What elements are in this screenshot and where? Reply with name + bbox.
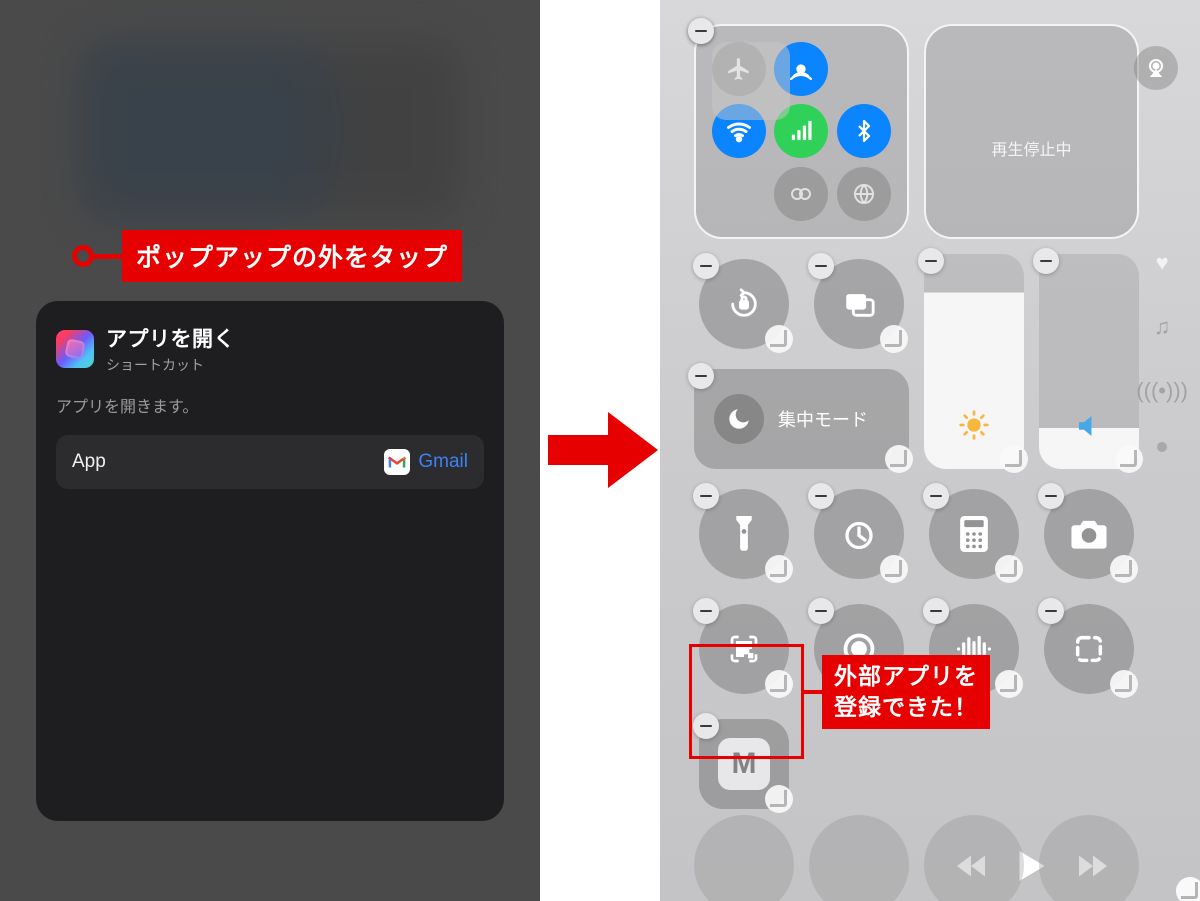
resize-handle[interactable] bbox=[880, 555, 908, 583]
control-center-pager: ♥ ♫ (((•))) bbox=[1136, 250, 1188, 452]
remove-button[interactable] bbox=[808, 483, 834, 509]
resize-handle[interactable] bbox=[765, 555, 793, 583]
shortcut-config-popup[interactable]: アプリを開く ショートカット アプリを開きます。 App Gmail bbox=[36, 301, 504, 821]
left-screenshot: ポップアップの外をタップ アプリを開く ショートカット アプリを開きます。 Ap… bbox=[0, 0, 540, 901]
album-art-placeholder bbox=[712, 42, 790, 120]
resize-handle[interactable] bbox=[995, 670, 1023, 698]
callout-registered: 外部アプリを登録できた！ bbox=[804, 655, 990, 729]
volume-slider[interactable] bbox=[1039, 254, 1139, 469]
resize-handle[interactable] bbox=[1115, 445, 1143, 473]
selected-app-name: Gmail bbox=[418, 451, 468, 473]
gmail-shortcut-tile[interactable]: M bbox=[699, 719, 789, 809]
remove-button[interactable] bbox=[808, 253, 834, 279]
resize-handle[interactable] bbox=[765, 785, 793, 813]
moon-icon bbox=[714, 394, 764, 444]
resize-handle[interactable] bbox=[1176, 877, 1200, 901]
music-page-icon[interactable]: ♫ bbox=[1154, 314, 1171, 340]
brightness-slider[interactable] bbox=[924, 254, 1024, 469]
app-field-label: App bbox=[72, 451, 106, 473]
popup-subtitle: ショートカット bbox=[106, 355, 235, 375]
remove-button[interactable] bbox=[688, 363, 714, 389]
resize-handle[interactable] bbox=[885, 445, 913, 473]
callout-label: 外部アプリを登録できた！ bbox=[822, 655, 990, 729]
callout-tap-outside: ポップアップの外をタップ bbox=[72, 230, 462, 282]
control-center-edit-mode: 再生停止中 集中モード bbox=[694, 24, 1200, 901]
calculator-button[interactable] bbox=[929, 489, 1019, 579]
favorites-page-icon[interactable]: ♥ bbox=[1156, 250, 1169, 276]
now-playing-label: 再生停止中 bbox=[991, 136, 1071, 160]
transition-arrow bbox=[548, 400, 658, 500]
callout-connector bbox=[94, 254, 122, 259]
camera-button[interactable] bbox=[1044, 489, 1134, 579]
remove-button[interactable] bbox=[808, 598, 834, 624]
empty-slot-row bbox=[694, 815, 1139, 901]
popup-description: アプリを開きます。 bbox=[56, 393, 484, 417]
callout-connector bbox=[804, 690, 822, 694]
shortcuts-app-icon bbox=[56, 330, 94, 368]
empty-slot[interactable] bbox=[1039, 815, 1139, 901]
remove-button[interactable] bbox=[693, 713, 719, 739]
focus-label: 集中モード bbox=[778, 406, 868, 432]
popup-header: アプリを開く ショートカット bbox=[56, 323, 484, 375]
remove-button[interactable] bbox=[923, 598, 949, 624]
screen-mirroring-button[interactable] bbox=[814, 259, 904, 349]
callout-marker-dot bbox=[72, 245, 94, 267]
empty-slot[interactable] bbox=[809, 815, 909, 901]
link-button[interactable] bbox=[774, 167, 828, 221]
remove-button[interactable] bbox=[923, 483, 949, 509]
vpn-button[interactable] bbox=[837, 167, 891, 221]
connectivity-page-icon[interactable]: (((•))) bbox=[1136, 378, 1188, 404]
resize-handle[interactable] bbox=[765, 670, 793, 698]
remove-button[interactable] bbox=[1038, 483, 1064, 509]
resize-handle[interactable] bbox=[1110, 555, 1138, 583]
remove-button[interactable] bbox=[1033, 248, 1059, 274]
empty-slot[interactable] bbox=[924, 815, 1024, 901]
empty-slot[interactable] bbox=[694, 815, 794, 901]
resize-handle[interactable] bbox=[995, 555, 1023, 583]
page-dot[interactable] bbox=[1157, 442, 1167, 452]
screenshot-button[interactable] bbox=[1044, 604, 1134, 694]
remove-button[interactable] bbox=[688, 18, 714, 44]
remove-button[interactable] bbox=[918, 248, 944, 274]
flashlight-button[interactable] bbox=[699, 489, 789, 579]
remove-button[interactable] bbox=[693, 253, 719, 279]
resize-handle[interactable] bbox=[880, 325, 908, 353]
gmail-icon bbox=[384, 449, 410, 475]
popup-title: アプリを開く bbox=[106, 323, 235, 353]
remove-button[interactable] bbox=[1038, 598, 1064, 624]
gmail-icon: M bbox=[718, 738, 770, 790]
media-playback-group[interactable]: 再生停止中 bbox=[924, 24, 1139, 239]
qrcode-button[interactable] bbox=[699, 604, 789, 694]
timer-button[interactable] bbox=[814, 489, 904, 579]
focus-mode-button[interactable]: 集中モード bbox=[694, 369, 909, 469]
callout-label: ポップアップの外をタップ bbox=[122, 230, 462, 282]
app-selector-field[interactable]: App Gmail bbox=[56, 435, 484, 489]
resize-handle[interactable] bbox=[765, 325, 793, 353]
right-screenshot: 再生停止中 集中モード bbox=[660, 0, 1200, 901]
remove-button[interactable] bbox=[693, 483, 719, 509]
orientation-lock-button[interactable] bbox=[699, 259, 789, 349]
remove-button[interactable] bbox=[693, 598, 719, 624]
resize-handle[interactable] bbox=[1000, 445, 1028, 473]
airplay-button[interactable] bbox=[1134, 46, 1178, 90]
resize-handle[interactable] bbox=[1110, 670, 1138, 698]
bluetooth-button[interactable] bbox=[837, 104, 891, 158]
